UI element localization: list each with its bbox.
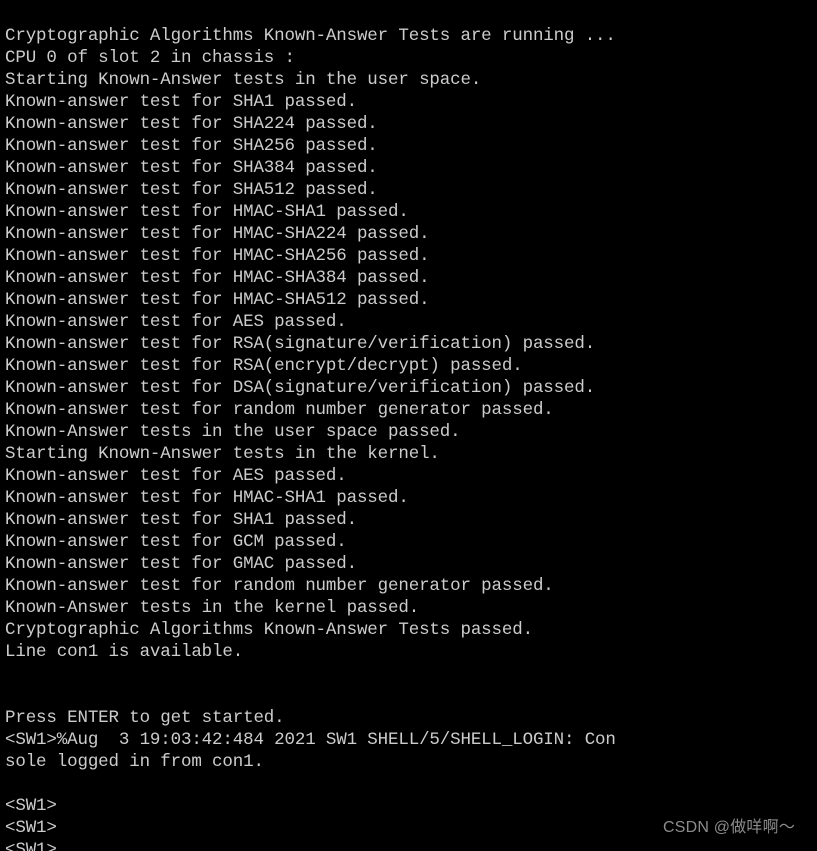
terminal-line: Known-answer test for HMAC-SHA224 passed… bbox=[5, 224, 430, 244]
terminal-line: Known-answer test for AES passed. bbox=[5, 466, 347, 486]
terminal-line: Known-answer test for HMAC-SHA256 passed… bbox=[5, 246, 430, 266]
terminal-line: Known-answer test for SHA512 passed. bbox=[5, 180, 378, 200]
terminal-line: Known-answer test for random number gene… bbox=[5, 400, 554, 420]
terminal-line: Cryptographic Algorithms Known-Answer Te… bbox=[5, 26, 616, 46]
terminal-line: Known-answer test for HMAC-SHA512 passed… bbox=[5, 290, 430, 310]
terminal-line: Known-answer test for HMAC-SHA384 passed… bbox=[5, 268, 430, 288]
terminal-line: Known-answer test for GMAC passed. bbox=[5, 554, 357, 574]
terminal-line: <SW1> bbox=[5, 840, 57, 851]
terminal-console-output[interactable]: Cryptographic Algorithms Known-Answer Te… bbox=[0, 0, 817, 851]
terminal-line: Known-answer test for SHA224 passed. bbox=[5, 114, 378, 134]
terminal-line: Known-answer test for random number gene… bbox=[5, 576, 554, 596]
csdn-watermark: CSDN @做咩啊～ bbox=[663, 819, 796, 836]
terminal-line: Known-answer test for HMAC-SHA1 passed. bbox=[5, 202, 409, 222]
terminal-line: Known-answer test for RSA(signature/veri… bbox=[5, 334, 596, 354]
terminal-line: Known-answer test for SHA1 passed. bbox=[5, 510, 357, 530]
terminal-line: Known-answer test for SHA1 passed. bbox=[5, 92, 357, 112]
terminal-line: Known-Answer tests in the kernel passed. bbox=[5, 598, 420, 618]
terminal-line: Press ENTER to get started. bbox=[5, 708, 285, 728]
terminal-line: Known-answer test for SHA384 passed. bbox=[5, 158, 378, 178]
terminal-line: Known-answer test for GCM passed. bbox=[5, 532, 347, 552]
terminal-line: Known-answer test for RSA(encrypt/decryp… bbox=[5, 356, 523, 376]
terminal-line: Known-answer test for DSA(signature/veri… bbox=[5, 378, 596, 398]
terminal-line: CPU 0 of slot 2 in chassis : bbox=[5, 48, 295, 68]
terminal-line: <SW1> bbox=[5, 796, 57, 816]
terminal-line: Starting Known-Answer tests in the user … bbox=[5, 70, 482, 90]
terminal-line: sole logged in from con1. bbox=[5, 752, 264, 772]
terminal-line: <SW1>%Aug 3 19:03:42:484 2021 SW1 SHELL/… bbox=[5, 730, 616, 750]
terminal-line: Known-answer test for SHA256 passed. bbox=[5, 136, 378, 156]
terminal-line: Cryptographic Algorithms Known-Answer Te… bbox=[5, 620, 533, 640]
terminal-line: Known-answer test for AES passed. bbox=[5, 312, 347, 332]
terminal-line: Starting Known-Answer tests in the kerne… bbox=[5, 444, 440, 464]
terminal-line: Line con1 is available. bbox=[5, 642, 244, 662]
terminal-line: Known-Answer tests in the user space pas… bbox=[5, 422, 461, 442]
terminal-line: Known-answer test for HMAC-SHA1 passed. bbox=[5, 488, 409, 508]
